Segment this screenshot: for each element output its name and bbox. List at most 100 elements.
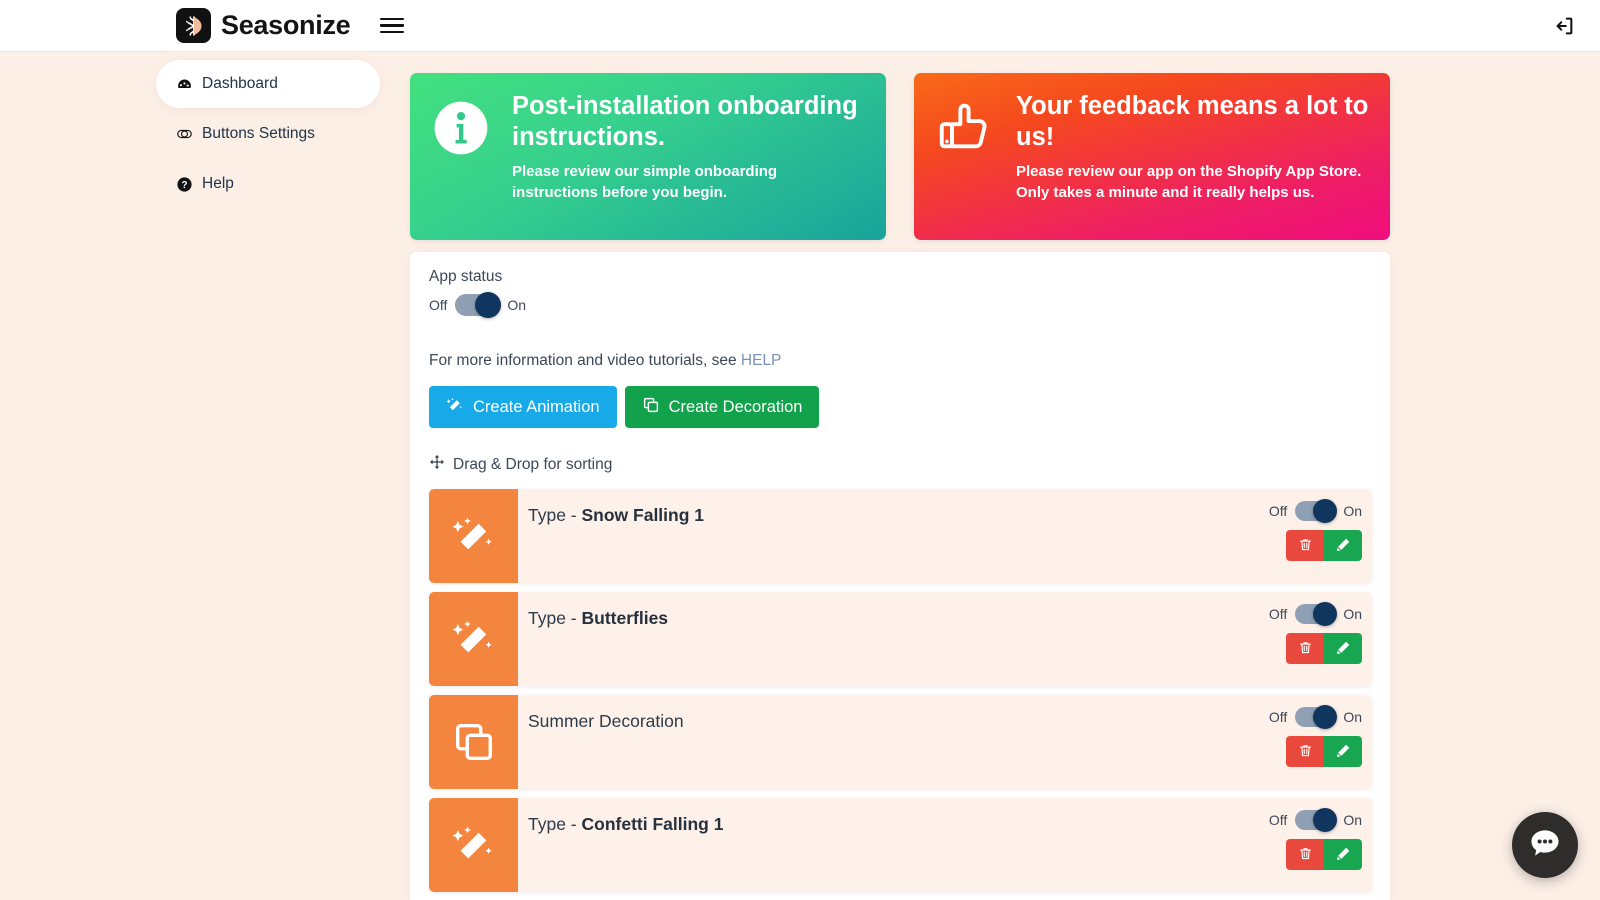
toggle-off-label: Off (1268, 503, 1288, 519)
sidebar-item-buttons-settings[interactable]: Buttons Settings (156, 110, 380, 158)
feedback-alert-card[interactable]: Your feedback means a lot to us! Please … (914, 73, 1390, 240)
brand: Seasonize (176, 8, 351, 43)
snowflake-sun-logo-icon (176, 8, 211, 43)
create-decoration-button[interactable]: Create Decoration (624, 386, 820, 428)
brand-name: Seasonize (221, 10, 351, 40)
row-controls: Off On (1268, 808, 1362, 870)
delete-button[interactable] (1286, 530, 1324, 561)
trash-icon (1298, 846, 1313, 864)
table-row[interactable]: Summer Decoration Off On (429, 695, 1372, 789)
tachometer-icon (176, 76, 193, 93)
app-status-toggle-group: Off On (429, 292, 1372, 318)
sidebar: Dashboard Buttons Settings ? Help (0, 52, 410, 900)
toggle-knob (1313, 602, 1338, 626)
row-action-buttons (1286, 633, 1362, 664)
pencil-icon (1336, 846, 1351, 864)
toggle-knob (1313, 499, 1338, 523)
arrows-move-icon (429, 454, 445, 475)
row-title: Type - Butterflies (528, 608, 1372, 629)
row-toggle-group: Off On (1268, 808, 1362, 832)
app-header: Seasonize (0, 0, 1600, 52)
toggle-off-label: Off (1268, 606, 1288, 622)
table-row[interactable]: Type - Butterflies Off On (429, 592, 1372, 686)
action-buttons: Create Animation Create Decoration (429, 386, 1372, 428)
row-status-toggle[interactable] (1295, 808, 1338, 832)
row-body: Type - Butterflies Off On (518, 592, 1372, 686)
create-animation-button[interactable]: Create Animation (429, 386, 617, 428)
row-prefix: Type - (528, 814, 582, 834)
help-hint-text: For more information and video tutorials… (429, 352, 737, 369)
row-name: Butterflies (581, 608, 669, 628)
app-status-label: App status (429, 268, 503, 285)
toggle-off-label: Off (1268, 812, 1288, 828)
magic-wand-icon (429, 798, 518, 892)
svg-text:?: ? (181, 180, 187, 191)
row-status-toggle[interactable] (1295, 499, 1338, 523)
row-status-toggle[interactable] (1295, 705, 1338, 729)
alert-cards: Post-installation onboarding instruction… (410, 73, 1390, 240)
row-prefix: Type - (528, 608, 582, 628)
effects-list: Type - Snow Falling 1 Off On Type - Butt… (420, 489, 1372, 892)
sign-out-icon[interactable] (1550, 12, 1578, 40)
magic-wand-icon (429, 592, 518, 686)
sidebar-item-label: Dashboard (202, 75, 278, 92)
row-status-toggle[interactable] (1295, 602, 1338, 626)
row-name: Snow Falling 1 (581, 505, 705, 525)
row-body: Summer Decoration Off On (518, 695, 1372, 789)
app-status-toggle[interactable] (455, 292, 502, 318)
delete-button[interactable] (1286, 839, 1324, 870)
row-controls: Off On (1268, 602, 1362, 664)
pencil-icon (1336, 537, 1351, 555)
edit-button[interactable] (1324, 736, 1362, 767)
help-link[interactable]: HELP (741, 352, 782, 369)
row-controls: Off On (1268, 499, 1362, 561)
thumbs-up-icon (934, 91, 996, 240)
sidebar-item-label: Help (202, 175, 234, 192)
row-action-buttons (1286, 839, 1362, 870)
sidebar-item-dashboard[interactable]: Dashboard (156, 60, 380, 108)
trash-icon (1298, 640, 1313, 658)
sidebar-item-help[interactable]: ? Help (156, 160, 380, 208)
toggle-on-label: On (1343, 812, 1362, 828)
row-title: Type - Snow Falling 1 (528, 505, 1372, 526)
row-action-buttons (1286, 736, 1362, 767)
chat-widget-button[interactable] (1512, 812, 1578, 878)
row-body: Type - Snow Falling 1 Off On (518, 489, 1372, 583)
onboarding-alert-card[interactable]: Post-installation onboarding instruction… (410, 73, 886, 240)
toggle-knob (1313, 705, 1338, 729)
hamburger-menu-icon[interactable] (380, 15, 405, 37)
toggle-off-label: Off (429, 297, 448, 313)
table-row[interactable]: Type - Snow Falling 1 Off On (429, 489, 1372, 583)
edit-button[interactable] (1324, 839, 1362, 870)
chat-bubble-icon (1527, 825, 1563, 866)
drag-drop-hint: Drag & Drop for sorting (429, 454, 1372, 475)
magic-wand-icon (429, 489, 518, 583)
row-toggle-group: Off On (1268, 602, 1362, 626)
row-toggle-group: Off On (1268, 499, 1362, 523)
row-name: Confetti Falling 1 (581, 814, 724, 834)
row-controls: Off On (1269, 705, 1362, 767)
toggle-icon (176, 126, 193, 143)
trash-icon (1298, 743, 1313, 761)
toggle-on-label: On (507, 297, 527, 313)
edit-button[interactable] (1324, 633, 1362, 664)
sidebar-item-label: Buttons Settings (202, 125, 315, 142)
toggle-on-label: On (1343, 503, 1362, 519)
row-body: Type - Confetti Falling 1 Off On (518, 798, 1372, 892)
alert-subtitle: Please review our app on the Shopify App… (1016, 163, 1362, 201)
toggle-knob (475, 292, 502, 318)
question-circle-icon: ? (176, 176, 193, 193)
row-title: Type - Confetti Falling 1 (528, 814, 1372, 835)
alert-title: Your feedback means a lot to us! (1016, 92, 1369, 152)
info-circle-icon (430, 91, 492, 240)
delete-button[interactable] (1286, 633, 1324, 664)
help-hint: For more information and video tutorials… (429, 352, 1372, 370)
delete-button[interactable] (1286, 736, 1324, 767)
toggle-knob (1313, 808, 1338, 832)
magic-wand-icon (446, 396, 464, 419)
table-row[interactable]: Type - Confetti Falling 1 Off On (429, 798, 1372, 892)
edit-button[interactable] (1324, 530, 1362, 561)
pencil-icon (1336, 640, 1351, 658)
row-toggle-group: Off On (1269, 705, 1362, 729)
row-name: Summer Decoration (528, 711, 684, 731)
